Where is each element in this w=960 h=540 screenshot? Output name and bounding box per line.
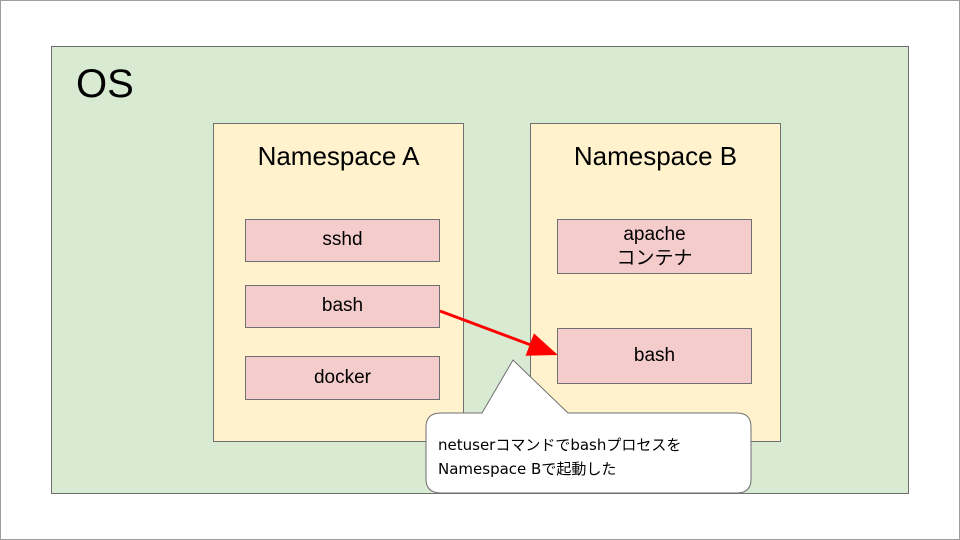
move-arrow bbox=[439, 309, 558, 356]
callout-text: netuserコマンドでbashプロセスを Namespace Bで起動した bbox=[438, 433, 743, 481]
callout-line-2: Namespace Bで起動した bbox=[438, 460, 617, 478]
callout-line-1: netuserコマンドでbashプロセスを bbox=[438, 436, 682, 454]
